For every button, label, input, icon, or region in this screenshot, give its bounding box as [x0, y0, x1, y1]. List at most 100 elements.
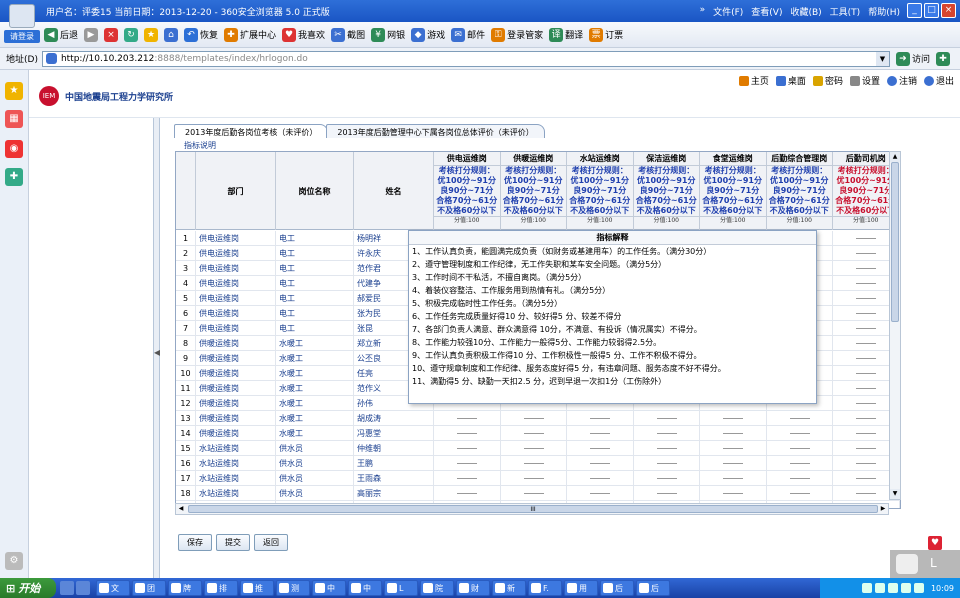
score-cell[interactable] — [900, 501, 901, 508]
tickets-button[interactable]: 票订票 — [589, 27, 623, 42]
taskbar-task[interactable]: 后 — [600, 580, 634, 596]
score-cell[interactable] — [700, 486, 767, 501]
score-cell[interactable] — [634, 441, 700, 456]
score-cell[interactable] — [501, 456, 567, 471]
score-cell[interactable] — [567, 456, 634, 471]
calendar-icon[interactable]: ▦ — [5, 110, 23, 128]
score-cell[interactable] — [567, 411, 634, 426]
tray-icon[interactable] — [874, 583, 885, 593]
screenshot-button[interactable]: ✂ 截图 — [331, 27, 365, 42]
taskbar-task[interactable]: 测 — [276, 580, 310, 596]
go-button[interactable]: ➜ 访问 — [895, 51, 930, 66]
taskbar-task[interactable]: 中 — [312, 580, 346, 596]
user-avatar[interactable]: 请登录 — [4, 4, 40, 46]
menu-favorites[interactable]: 收藏(B) — [790, 5, 821, 18]
start-button[interactable]: ⊞ 开始 — [0, 578, 56, 598]
taskbar-task[interactable]: 用 — [564, 580, 598, 596]
score-cell[interactable] — [434, 441, 501, 456]
score-cell[interactable] — [567, 471, 634, 486]
taskbar-task[interactable]: 牌 — [168, 580, 202, 596]
score-cell[interactable] — [767, 471, 833, 486]
grid-horizontal-scrollbar[interactable]: ◀ III ▶ — [175, 503, 889, 515]
close-button[interactable]: × — [941, 3, 956, 18]
taskbar-task[interactable]: 排 — [204, 580, 238, 596]
quicklaunch-icon[interactable] — [60, 581, 74, 595]
score-cell[interactable] — [767, 441, 833, 456]
home-button[interactable]: ⌂ — [164, 27, 179, 42]
score-cell[interactable] — [700, 471, 767, 486]
tray-icon[interactable] — [913, 583, 924, 593]
maximize-button[interactable]: □ — [924, 3, 939, 18]
back-button[interactable]: ◀ 后退 — [44, 27, 78, 42]
tab-overall-evaluation[interactable]: 2013年度后勤管理中心下属各岗位总体评价（未评价） — [326, 124, 545, 138]
games-button[interactable]: ◆ 游戏 — [411, 27, 445, 42]
score-cell[interactable] — [434, 411, 501, 426]
tray-icon[interactable] — [861, 583, 872, 593]
score-cell[interactable] — [767, 411, 833, 426]
stop-button[interactable]: × — [104, 27, 119, 42]
nav-exit[interactable]: 退出 — [923, 74, 954, 87]
nav-home[interactable]: 主页 — [738, 74, 769, 87]
scroll-up-icon[interactable]: ▲ — [890, 152, 900, 162]
score-cell[interactable] — [634, 456, 700, 471]
url-input[interactable]: http://10.10.203.212:8888/templates/inde… — [41, 50, 890, 67]
submit-button[interactable]: 提交 — [216, 534, 250, 551]
like-button[interactable]: ♥ 我喜欢 — [282, 27, 325, 42]
chevron-down-icon[interactable]: ▼ — [875, 51, 889, 66]
nav-desktop[interactable]: 桌面 — [775, 74, 806, 87]
scroll-down-icon[interactable]: ▼ — [890, 489, 900, 499]
nav-password[interactable]: 密码 — [812, 74, 843, 87]
restore-button[interactable]: ↶ 恢复 — [184, 27, 218, 42]
score-cell[interactable] — [501, 441, 567, 456]
shield-icon[interactable]: ✚ — [935, 51, 950, 66]
refresh-button[interactable]: ↻ — [124, 27, 139, 42]
menu-tools[interactable]: 工具(T) — [830, 5, 861, 18]
favorites-star-icon[interactable]: ★ — [5, 82, 23, 100]
score-cell[interactable] — [434, 426, 501, 441]
nav-logout[interactable]: 注销 — [886, 74, 917, 87]
extensions-button[interactable]: ✚ 扩展中心 — [224, 27, 276, 42]
login-manager-button[interactable]: ⚿ 登录管家 — [491, 27, 543, 42]
taskbar-task[interactable]: 院 — [420, 580, 454, 596]
score-cell[interactable] — [767, 486, 833, 501]
login-button[interactable]: 请登录 — [4, 30, 40, 43]
taskbar-task[interactable]: F. — [528, 580, 562, 596]
indicator-link[interactable]: 指标说明 — [184, 140, 216, 151]
floating-tool[interactable]: L — [890, 550, 960, 578]
taskbar-task[interactable]: 文 — [96, 580, 130, 596]
score-cell[interactable] — [700, 441, 767, 456]
minimize-button[interactable]: _ — [907, 3, 922, 18]
favorite-button[interactable]: ★ — [144, 27, 159, 42]
scroll-right-icon[interactable]: ▶ — [878, 504, 888, 514]
score-cell[interactable] — [434, 486, 501, 501]
taskbar-task[interactable]: 中 — [348, 580, 382, 596]
score-cell[interactable] — [501, 486, 567, 501]
menu-help[interactable]: 帮助(H) — [868, 5, 900, 18]
menu-view[interactable]: 查看(V) — [751, 5, 782, 18]
score-cell[interactable] — [700, 426, 767, 441]
score-cell[interactable] — [634, 486, 700, 501]
score-cell[interactable] — [567, 441, 634, 456]
taskbar-task[interactable]: 后 — [636, 580, 670, 596]
translate-button[interactable]: 译翻译 — [549, 27, 583, 42]
score-cell[interactable] — [700, 411, 767, 426]
score-cell[interactable] — [434, 471, 501, 486]
vertical-scroll-thumb[interactable] — [891, 162, 899, 322]
taskbar-task[interactable]: 推 — [240, 580, 274, 596]
weibo-icon[interactable]: ◉ — [5, 140, 23, 158]
score-cell[interactable] — [501, 471, 567, 486]
score-cell[interactable] — [767, 456, 833, 471]
mail-button[interactable]: ✉ 邮件 — [451, 27, 485, 42]
score-cell[interactable] — [634, 411, 700, 426]
quicklaunch-icon[interactable] — [76, 581, 90, 595]
score-cell[interactable] — [567, 426, 634, 441]
taskbar-task[interactable]: 新 — [492, 580, 526, 596]
ebank-button[interactable]: ¥ 网银 — [371, 27, 405, 42]
horizontal-scroll-thumb[interactable]: III — [188, 505, 878, 513]
taskbar-task[interactable]: L — [384, 580, 418, 596]
score-cell[interactable] — [434, 456, 501, 471]
forward-button[interactable]: ▶ — [84, 27, 99, 42]
tray-icon[interactable] — [887, 583, 898, 593]
taskbar-task[interactable]: 团 — [132, 580, 166, 596]
taskbar-task[interactable]: 财 — [456, 580, 490, 596]
